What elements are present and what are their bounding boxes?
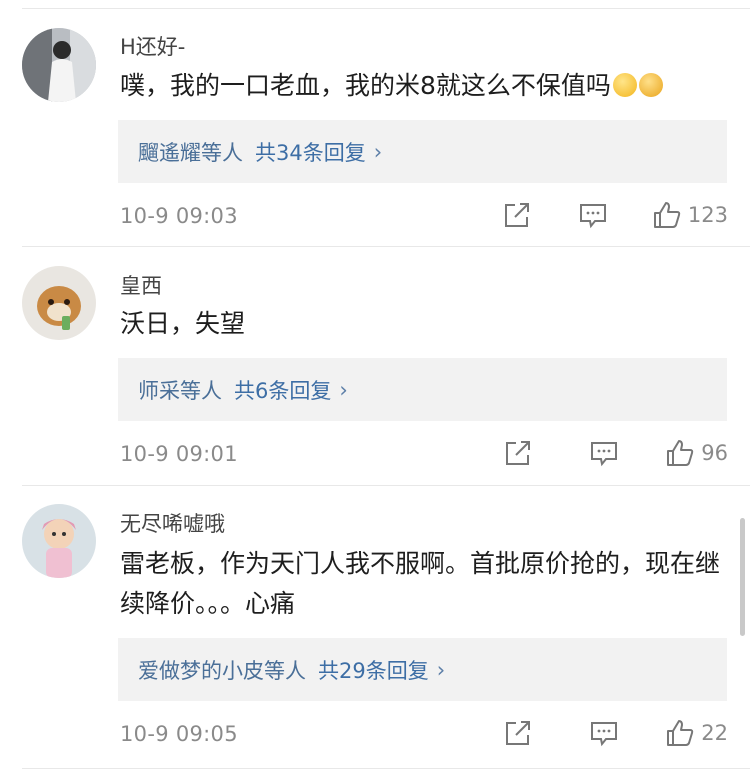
chevron-right-icon: › — [436, 657, 446, 682]
reply-summary[interactable]: 飀遙耀等人 共34条回复 › — [118, 120, 727, 183]
comment-actions: 96 — [503, 438, 728, 468]
comment-list: H还好- 噗，我的一口老血，我的米8就这么不保值吗 飀遙耀等人 共34条回复 ›… — [0, 0, 750, 778]
like-count: 96 — [701, 441, 728, 465]
chevron-right-icon: › — [339, 377, 348, 402]
comment-divider — [22, 768, 750, 769]
thumb-emoji-icon — [638, 73, 663, 97]
thumbs-up-icon — [665, 438, 695, 468]
comment-actions: 22 — [503, 718, 728, 748]
avatar-image — [22, 28, 96, 102]
reply-names: 师采等人 — [138, 378, 222, 403]
smile-emoji-icon — [612, 73, 637, 97]
repost-icon[interactable] — [503, 438, 533, 468]
avatar-image — [22, 266, 96, 340]
like-count: 22 — [701, 721, 728, 745]
comment-text: 雷老板，作为天门人我不服啊。首批原价抢的，现在继续降价。。。心痛 — [120, 549, 721, 618]
avatar-image — [22, 504, 96, 578]
thumbs-up-icon — [665, 718, 695, 748]
thumbs-up-icon — [652, 200, 682, 230]
reply-names: 飀遙耀等人 — [138, 140, 243, 165]
avatar[interactable] — [22, 504, 96, 578]
chevron-right-icon: › — [373, 139, 383, 164]
repost-icon[interactable] — [502, 200, 532, 230]
username[interactable]: 无尽唏嘘哦 — [120, 508, 225, 538]
avatar[interactable] — [22, 266, 96, 340]
comment-actions: 123 — [502, 200, 728, 230]
comment-text-body: 噗，我的一口老血，我的米8就这么不保值吗 — [120, 71, 611, 100]
comment-icon[interactable] — [578, 200, 608, 230]
reply-count: 共29条回复 — [318, 658, 429, 683]
reply-names: 爱做梦的小皮等人 — [138, 658, 306, 683]
like-count: 123 — [687, 203, 728, 227]
repost-icon[interactable] — [503, 718, 533, 748]
comment-icon[interactable] — [589, 718, 619, 748]
avatar[interactable] — [22, 28, 96, 102]
timestamp: 10-9 09:01 — [120, 442, 238, 466]
top-divider — [22, 8, 750, 9]
like-button[interactable]: 22 — [665, 718, 728, 748]
comment-divider — [22, 485, 750, 486]
timestamp: 10-9 09:05 — [120, 722, 238, 746]
comment-icon[interactable] — [589, 438, 619, 468]
scrollbar[interactable] — [740, 518, 745, 636]
reply-summary[interactable]: 爱做梦的小皮等人 共29条回复 › — [118, 638, 727, 701]
comment-text: 噗，我的一口老血，我的米8就这么不保值吗 — [120, 66, 730, 106]
like-button[interactable]: 123 — [652, 200, 728, 230]
reply-count: 共34条回复 — [255, 140, 366, 165]
reply-summary[interactable]: 师采等人 共6条回复 › — [118, 358, 727, 421]
reply-count: 共6条回复 — [234, 378, 332, 403]
like-button[interactable]: 96 — [665, 438, 728, 468]
comment-text: 沃日，失望 — [120, 309, 246, 338]
comment-divider — [22, 246, 750, 247]
username[interactable]: 皇西 — [120, 270, 162, 300]
timestamp: 10-9 09:03 — [120, 204, 238, 228]
username[interactable]: H还好- — [120, 31, 185, 61]
